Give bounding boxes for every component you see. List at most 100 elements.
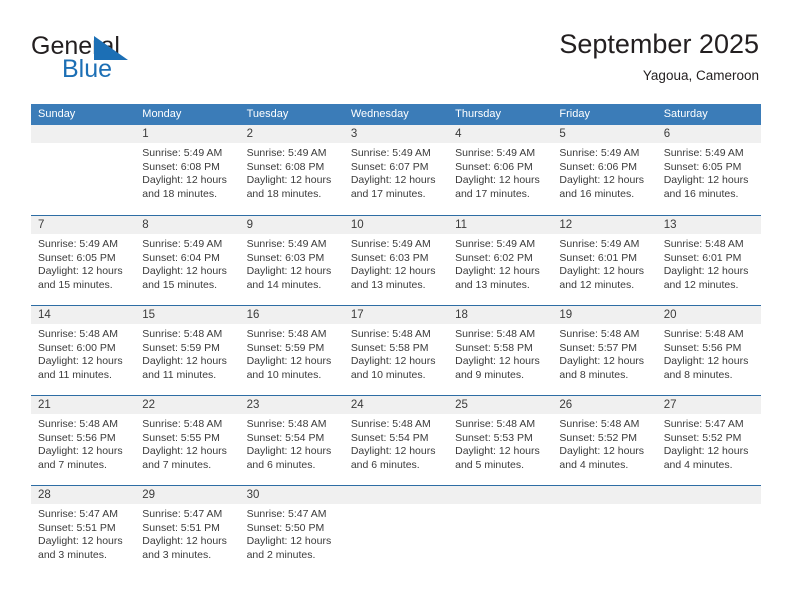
day-details: Sunrise: 5:47 AM Sunset: 5:51 PM Daylight:… bbox=[135, 504, 239, 562]
sunrise-text: Sunrise: 5:48 AM bbox=[350, 418, 431, 430]
daylight-text: Daylight: 12 hours bbox=[246, 445, 332, 458]
sunrise-text: Sunrise: 5:48 AM bbox=[38, 418, 118, 430]
day-details: Sunrise: 5:48 AM Sunset: 5:54 PM Daylight:… bbox=[344, 414, 448, 472]
day-cell[interactable]: 13 Sunrise: 5:48 AM Sunset: 6:01 PM Dayligh… bbox=[656, 216, 761, 305]
day-cell[interactable]: 1 Sunrise: 5:49 AM Sunset: 6:08 PM Daylight… bbox=[135, 125, 240, 215]
daylight-text-cont: and 8 minutes. bbox=[663, 368, 733, 381]
day-details: Sunrise: 5:49 AM Sunset: 6:04 PM Daylight:… bbox=[135, 234, 239, 292]
sunset-text: Sunset: 5:53 PM bbox=[455, 431, 533, 444]
day-cell[interactable]: 16 Sunrise: 5:48 AM Sunset: 5:59 PM Dayligh… bbox=[239, 306, 344, 395]
day-details: Sunrise: 5:48 AM Sunset: 5:56 PM Daylight:… bbox=[657, 324, 761, 382]
sunrise-text: Sunrise: 5:49 AM bbox=[559, 238, 640, 250]
sunset-text: Sunset: 6:05 PM bbox=[38, 251, 116, 264]
day-number: 13 bbox=[656, 216, 761, 234]
sunrise-text: Sunrise: 5:48 AM bbox=[663, 328, 744, 340]
daylight-text: Daylight: 12 hours bbox=[350, 265, 436, 278]
day-cell[interactable]: 5 Sunrise: 5:49 AM Sunset: 6:06 PM Daylight… bbox=[552, 125, 657, 215]
sunrise-text: Sunrise: 5:49 AM bbox=[350, 238, 431, 250]
day-cell[interactable]: 28 Sunrise: 5:47 AM Sunset: 5:51 PM Dayligh… bbox=[31, 486, 136, 575]
day-cell[interactable]: 17 Sunrise: 5:48 AM Sunset: 5:58 PM Dayligh… bbox=[343, 306, 449, 395]
day-details: Sunrise: 5:48 AM Sunset: 6:00 PM Daylight:… bbox=[31, 324, 135, 382]
day-cell[interactable]: 6 Sunrise: 5:49 AM Sunset: 6:05 PM Daylight… bbox=[656, 125, 761, 215]
day-cell-empty bbox=[552, 486, 657, 575]
day-details: Sunrise: 5:49 AM Sunset: 6:08 PM Daylight:… bbox=[240, 143, 344, 201]
day-number: 9 bbox=[239, 216, 344, 234]
day-cell[interactable]: 2 Sunrise: 5:49 AM Sunset: 6:08 PM Daylight… bbox=[239, 125, 344, 215]
day-number: 28 bbox=[31, 486, 136, 504]
day-cell[interactable]: 11 Sunrise: 5:49 AM Sunset: 6:02 PM Dayligh… bbox=[448, 216, 553, 305]
day-cell[interactable]: 7 Sunrise: 5:49 AM Sunset: 6:05 PM Daylight… bbox=[31, 216, 136, 305]
day-details: Sunrise: 5:48 AM Sunset: 5:58 PM Daylight:… bbox=[344, 324, 448, 382]
day-cell[interactable]: 22 Sunrise: 5:48 AM Sunset: 5:55 PM Dayligh… bbox=[135, 396, 240, 485]
day-details: Sunrise: 5:49 AM Sunset: 6:06 PM Daylight:… bbox=[448, 143, 552, 201]
day-details: Sunrise: 5:48 AM Sunset: 5:58 PM Daylight:… bbox=[448, 324, 552, 382]
daylight-text: Daylight: 12 hours bbox=[559, 265, 645, 278]
day-number: 30 bbox=[239, 486, 344, 504]
day-number: 15 bbox=[135, 306, 240, 324]
day-cell[interactable]: 30 Sunrise: 5:47 AM Sunset: 5:50 PM Dayligh… bbox=[239, 486, 344, 575]
day-number: 26 bbox=[552, 396, 657, 414]
daylight-text-cont: and 12 minutes. bbox=[559, 278, 635, 291]
sunrise-text: Sunrise: 5:48 AM bbox=[350, 328, 431, 340]
sunset-text: Sunset: 5:58 PM bbox=[350, 341, 429, 354]
sunset-text: Sunset: 5:52 PM bbox=[559, 431, 638, 444]
daylight-text-cont: and 4 minutes. bbox=[559, 458, 629, 471]
day-cell[interactable]: 9 Sunrise: 5:49 AM Sunset: 6:03 PM Daylight… bbox=[239, 216, 344, 305]
sunrise-text: Sunrise: 5:47 AM bbox=[246, 508, 327, 520]
sunrise-text: Sunrise: 5:48 AM bbox=[142, 328, 223, 340]
day-details: Sunrise: 5:49 AM Sunset: 6:05 PM Daylight:… bbox=[657, 143, 761, 201]
sunrise-text: Sunrise: 5:49 AM bbox=[663, 147, 744, 159]
day-cell[interactable]: 14 Sunrise: 5:48 AM Sunset: 6:00 PM Dayligh… bbox=[31, 306, 136, 395]
day-cell[interactable]: 15 Sunrise: 5:48 AM Sunset: 5:59 PM Dayligh… bbox=[135, 306, 240, 395]
daylight-text-cont: and 17 minutes. bbox=[455, 187, 530, 200]
daylight-text-cont: and 11 minutes. bbox=[142, 368, 217, 381]
daylight-text-cont: and 16 minutes. bbox=[663, 187, 739, 200]
day-number: 23 bbox=[239, 396, 344, 414]
sunset-text: Sunset: 5:56 PM bbox=[663, 341, 742, 354]
day-cell[interactable]: 29 Sunrise: 5:47 AM Sunset: 5:51 PM Dayligh… bbox=[135, 486, 240, 575]
day-details bbox=[552, 504, 656, 508]
brand-name-blue: Blue bbox=[62, 55, 113, 83]
calendar-page: General Blue September 2025 Yagoua, Came… bbox=[0, 0, 792, 612]
day-cell[interactable]: 19 Sunrise: 5:48 AM Sunset: 5:57 PM Dayligh… bbox=[552, 306, 657, 395]
day-cell[interactable]: 10 Sunrise: 5:49 AM Sunset: 6:03 PM Dayligh… bbox=[343, 216, 449, 305]
daylight-text: Daylight: 12 hours bbox=[38, 265, 123, 278]
sunrise-text: Sunrise: 5:48 AM bbox=[246, 418, 327, 430]
day-cell-empty bbox=[448, 486, 553, 575]
sunrise-text: Sunrise: 5:48 AM bbox=[142, 418, 223, 430]
daylight-text: Daylight: 12 hours bbox=[559, 445, 645, 458]
day-cell[interactable]: 23 Sunrise: 5:48 AM Sunset: 5:54 PM Dayligh… bbox=[239, 396, 344, 485]
daylight-text: Daylight: 12 hours bbox=[455, 445, 540, 458]
day-cell[interactable]: 8 Sunrise: 5:49 AM Sunset: 6:04 PM Daylight… bbox=[135, 216, 240, 305]
daylight-text: Daylight: 12 hours bbox=[142, 174, 227, 187]
daylight-text: Daylight: 12 hours bbox=[38, 355, 123, 368]
day-cell[interactable]: 4 Sunrise: 5:49 AM Sunset: 6:06 PM Daylight… bbox=[448, 125, 553, 215]
daylight-text: Daylight: 12 hours bbox=[142, 355, 227, 368]
day-details: Sunrise: 5:48 AM Sunset: 5:56 PM Daylight:… bbox=[31, 414, 135, 472]
day-number: 4 bbox=[448, 125, 553, 143]
day-cell[interactable]: 3 Sunrise: 5:49 AM Sunset: 6:07 PM Daylight… bbox=[343, 125, 449, 215]
day-cell[interactable]: 26 Sunrise: 5:48 AM Sunset: 5:52 PM Dayligh… bbox=[552, 396, 657, 485]
daylight-text-cont: and 7 minutes. bbox=[142, 458, 212, 471]
day-details: Sunrise: 5:48 AM Sunset: 5:53 PM Daylight:… bbox=[448, 414, 552, 472]
daylight-text: Daylight: 12 hours bbox=[142, 445, 227, 458]
sunset-text: Sunset: 6:01 PM bbox=[559, 251, 638, 264]
day-cell-empty bbox=[343, 486, 449, 575]
day-number: 19 bbox=[552, 306, 657, 324]
sunrise-text: Sunrise: 5:49 AM bbox=[455, 238, 536, 250]
day-cell[interactable]: 12 Sunrise: 5:49 AM Sunset: 6:01 PM Dayligh… bbox=[552, 216, 657, 305]
day-details: Sunrise: 5:48 AM Sunset: 5:57 PM Daylight:… bbox=[552, 324, 656, 382]
day-number: 25 bbox=[448, 396, 553, 414]
sunset-text: Sunset: 5:59 PM bbox=[142, 341, 220, 354]
sunset-text: Sunset: 5:56 PM bbox=[38, 431, 116, 444]
day-details: Sunrise: 5:48 AM Sunset: 5:59 PM Daylight:… bbox=[135, 324, 239, 382]
day-cell[interactable]: 25 Sunrise: 5:48 AM Sunset: 5:53 PM Dayligh… bbox=[448, 396, 553, 485]
day-cell[interactable]: 18 Sunrise: 5:48 AM Sunset: 5:58 PM Dayligh… bbox=[448, 306, 553, 395]
sunset-text: Sunset: 5:55 PM bbox=[142, 431, 220, 444]
weekday-header-thursday: Thursday bbox=[455, 108, 501, 120]
day-cell[interactable]: 24 Sunrise: 5:48 AM Sunset: 5:54 PM Dayligh… bbox=[343, 396, 449, 485]
day-cell[interactable]: 20 Sunrise: 5:48 AM Sunset: 5:56 PM Dayligh… bbox=[656, 306, 761, 395]
sunrise-text: Sunrise: 5:47 AM bbox=[38, 508, 118, 520]
day-cell[interactable]: 21 Sunrise: 5:48 AM Sunset: 5:56 PM Dayligh… bbox=[31, 396, 136, 485]
day-cell[interactable]: 27 Sunrise: 5:47 AM Sunset: 5:52 PM Dayligh… bbox=[656, 396, 761, 485]
